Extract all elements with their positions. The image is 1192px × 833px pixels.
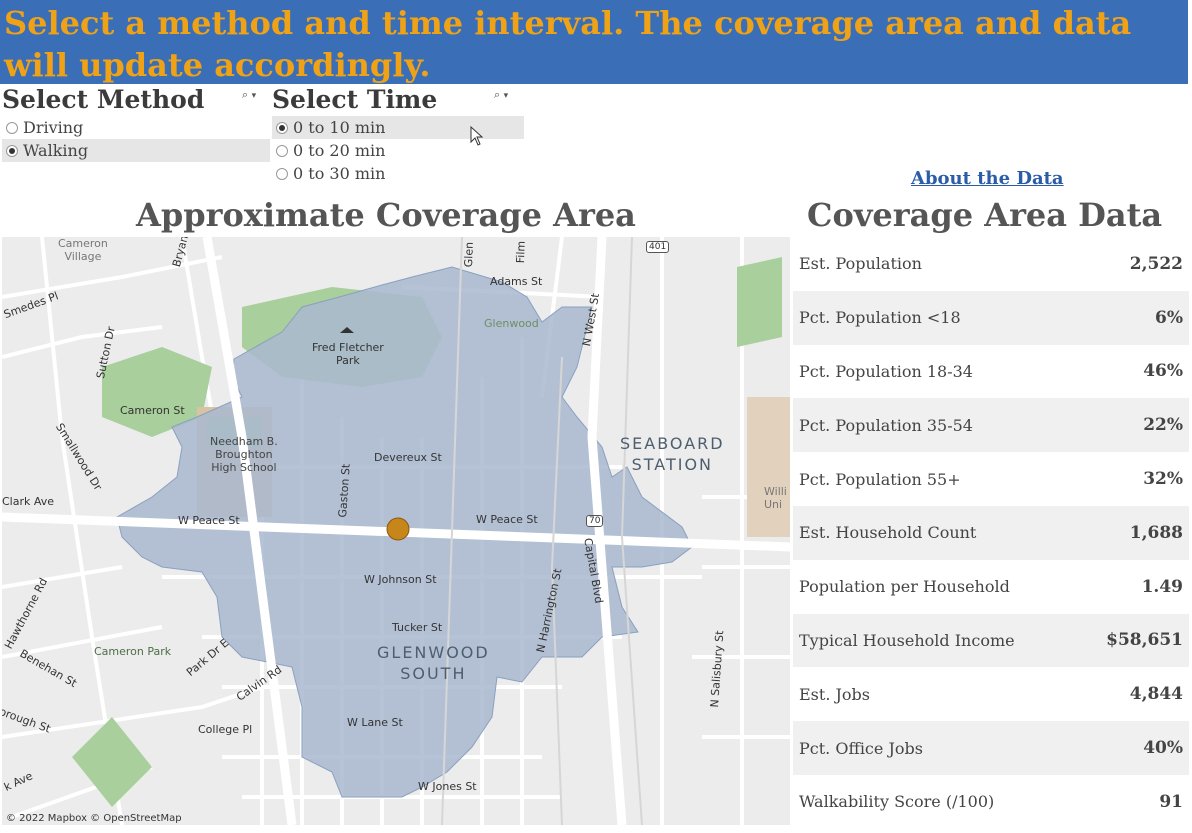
row-label: Est. Population — [799, 254, 922, 274]
label-glen: Glen — [462, 241, 476, 268]
data-row: Walkability Score (/100) 91 — [793, 775, 1189, 829]
data-row: Typical Household Income $58,651 — [793, 613, 1189, 668]
route-70-shield: 70 — [586, 515, 604, 527]
label-glenwood: Glenwood — [484, 317, 539, 330]
label-adams-st: Adams St — [490, 275, 543, 288]
method-filter: Select Method ⌕ ▾ Driving Walking — [2, 84, 270, 162]
row-label: Walkability Score (/100) — [799, 792, 995, 812]
row-value: 1,688 — [1129, 522, 1183, 543]
mouse-pointer-icon — [470, 126, 484, 146]
option-label: 0 to 30 min — [293, 164, 386, 183]
label-clark-ave: Clark Ave — [2, 495, 55, 508]
row-label: Population per Household — [799, 577, 1010, 597]
label-w-peace-st-east: W Peace St — [476, 513, 538, 526]
row-value: 1.49 — [1141, 576, 1183, 597]
row-value: 6% — [1155, 307, 1183, 328]
time-filter-title: Select Time — [272, 85, 438, 114]
radio-selected-icon[interactable] — [6, 144, 18, 157]
row-label: Typical Household Income — [799, 630, 1015, 650]
search-icon[interactable]: ⌕ — [494, 88, 500, 101]
time-option-10[interactable]: 0 to 10 min — [272, 116, 524, 139]
radio-icon[interactable] — [276, 167, 288, 180]
radio-icon[interactable] — [6, 121, 18, 134]
route-401-shield: 401 — [646, 241, 670, 253]
label-w-johnson-st: W Johnson St — [364, 573, 437, 586]
time-filter-tools: ⌕ ▾ — [494, 88, 508, 102]
map-section-title: Approximate Coverage Area — [136, 196, 636, 234]
row-value: 40% — [1143, 738, 1183, 759]
label-college-pl: College Pl — [198, 723, 253, 736]
label-w-jones-st: W Jones St — [418, 780, 477, 793]
coverage-data-table: Est. Population 2,522 Pct. Population <18… — [793, 237, 1189, 829]
dropdown-arrow-icon[interactable]: ▾ — [504, 91, 509, 101]
map-canvas[interactable] — [2, 237, 790, 825]
row-value: 22% — [1143, 415, 1183, 436]
data-row: Pct. Population <18 6% — [793, 290, 1189, 345]
banner-text: Select a method and time interval. The c… — [4, 4, 1132, 84]
coverage-map[interactable]: Cameron Village Bryan Glen Film Adams St … — [2, 237, 790, 825]
label-cameron-village: Cameron Village — [58, 237, 108, 263]
time-option-30[interactable]: 0 to 30 min — [272, 162, 524, 185]
option-label: 0 to 20 min — [293, 141, 386, 160]
label-needham-broughton: Needham B. Broughton High School — [210, 435, 278, 474]
data-section-title: Coverage Area Data — [807, 196, 1163, 234]
search-icon[interactable]: ⌕ — [242, 88, 248, 101]
method-filter-tools: ⌕ ▾ — [242, 88, 256, 102]
time-option-20[interactable]: 0 to 20 min — [272, 139, 524, 162]
row-label: Pct. Population 35-54 — [799, 415, 973, 435]
row-label: Est. Household Count — [799, 523, 977, 543]
row-label: Pct. Population 18-34 — [799, 361, 973, 381]
row-value: 91 — [1159, 791, 1183, 812]
radio-selected-icon[interactable] — [276, 121, 288, 134]
option-label: 0 to 10 min — [293, 118, 386, 137]
row-value: 32% — [1143, 469, 1183, 490]
data-row: Pct. Office Jobs 40% — [793, 721, 1189, 775]
label-tucker-st: Tucker St — [392, 621, 443, 634]
row-value: 4,844 — [1129, 684, 1183, 705]
row-value: 2,522 — [1129, 253, 1183, 274]
dropdown-arrow-icon[interactable]: ▾ — [252, 91, 257, 101]
option-label: Driving — [23, 118, 84, 137]
radio-icon[interactable] — [276, 144, 288, 157]
method-option-walking[interactable]: Walking — [2, 139, 270, 162]
about-the-data-link[interactable]: About the Data — [911, 168, 1064, 189]
data-row: Pct. Population 55+ 32% — [793, 452, 1189, 506]
label-cameron-st: Cameron St — [120, 404, 185, 417]
label-w-peace-st-west: W Peace St — [178, 514, 240, 527]
method-option-driving[interactable]: Driving — [2, 116, 270, 139]
option-label: Walking — [23, 141, 89, 160]
data-row: Population per Household 1.49 — [793, 560, 1189, 614]
row-value: 46% — [1143, 361, 1183, 382]
row-label: Pct. Population <18 — [799, 308, 961, 328]
row-label: Pct. Population 55+ — [799, 469, 961, 489]
data-row: Est. Population 2,522 — [793, 237, 1189, 291]
data-row: Est. Household Count 1,688 — [793, 505, 1189, 560]
map-credit[interactable]: © 2022 Mapbox © OpenStreetMap — [6, 813, 182, 824]
row-label: Est. Jobs — [799, 684, 870, 704]
label-cameron-park: Cameron Park — [94, 645, 172, 658]
row-value: $58,651 — [1106, 630, 1183, 651]
data-row: Est. Jobs 4,844 — [793, 667, 1189, 721]
label-devereux-st: Devereux St — [374, 451, 442, 464]
label-fred-fletcher-park: Fred Fletcher Park — [312, 341, 384, 367]
time-filter: Select Time ⌕ ▾ 0 to 10 min 0 to 20 min … — [272, 84, 524, 185]
label-film: Film — [514, 240, 528, 264]
data-row: Pct. Population 35-54 22% — [793, 398, 1189, 453]
label-seaboard-station: SEABOARD STATION — [620, 434, 725, 474]
row-label: Pct. Office Jobs — [799, 738, 923, 758]
label-glenwood-south: GLENWOOD SOUTH — [377, 643, 490, 683]
label-w-lane-st: W Lane St — [347, 716, 403, 729]
label-willi: Willi Uni — [764, 485, 787, 511]
method-filter-title: Select Method — [2, 85, 205, 114]
data-row: Pct. Population 18-34 46% — [793, 345, 1189, 399]
instruction-banner: Select a method and time interval. The c… — [0, 0, 1188, 84]
